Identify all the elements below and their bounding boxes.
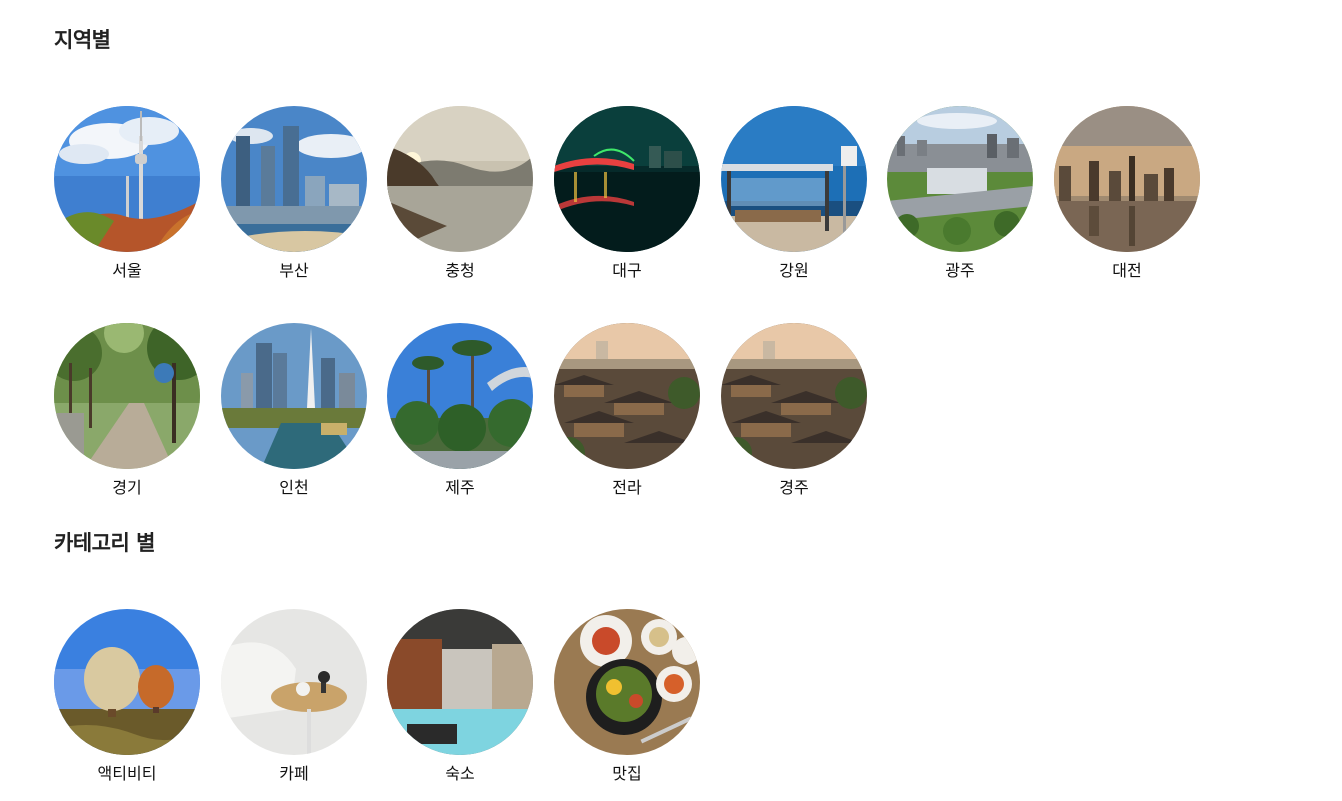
region-label: 광주 <box>945 261 975 280</box>
daegu-night-bridge-image <box>554 106 700 252</box>
region-label: 대구 <box>612 261 642 280</box>
region-tile-gwangju[interactable]: 광주 <box>887 106 1033 281</box>
region-tile-incheon[interactable]: 인천 <box>221 323 367 498</box>
region-label: 대전 <box>1112 261 1142 280</box>
jeolla-hanok-village-image <box>554 323 700 469</box>
hotel-pool-image <box>387 609 533 755</box>
region-label: 강원 <box>779 261 809 280</box>
region-label: 제주 <box>445 478 475 497</box>
region-label: 부산 <box>279 261 309 280</box>
region-tile-daejeon[interactable]: 대전 <box>1054 106 1200 281</box>
category-tile-stay[interactable]: 숙소 <box>387 609 533 784</box>
section-title-category: 카테고리 별 <box>54 531 155 555</box>
region-label: 경기 <box>112 478 142 497</box>
category-tile-activity[interactable]: 액티비티 <box>54 609 200 784</box>
section-title-region: 지역별 <box>54 28 111 52</box>
region-tile-jeolla[interactable]: 전라 <box>554 323 700 498</box>
busan-skyline-image <box>221 106 367 252</box>
region-tile-daegu[interactable]: 대구 <box>554 106 700 281</box>
bibimbap-table-image <box>554 609 700 755</box>
category-tile-food[interactable]: 맛집 <box>554 609 700 784</box>
region-label: 전라 <box>612 478 642 497</box>
category-label: 카페 <box>279 764 309 783</box>
cafe-table-image <box>221 609 367 755</box>
region-tile-gyeonggi[interactable]: 경기 <box>54 323 200 498</box>
gwangju-city-aerial-image <box>887 106 1033 252</box>
chungcheong-lake-image <box>387 106 533 252</box>
region-label: 충청 <box>445 261 475 280</box>
gyeonggi-tree-path-image <box>54 323 200 469</box>
hot-air-balloons-image <box>54 609 200 755</box>
region-tile-jeju[interactable]: 제주 <box>387 323 533 498</box>
region-label: 경주 <box>779 478 809 497</box>
incheon-canal-image <box>221 323 367 469</box>
gyeongju-hanok-village-image <box>721 323 867 469</box>
region-tile-gyeongju[interactable]: 경주 <box>721 323 867 498</box>
category-label: 맛집 <box>612 764 642 783</box>
region-tile-seoul[interactable]: 서울 <box>54 106 200 281</box>
region-tile-gangwon[interactable]: 강원 <box>721 106 867 281</box>
category-label: 액티비티 <box>97 764 157 783</box>
category-tile-cafe[interactable]: 카페 <box>221 609 367 784</box>
gangwon-bus-stop-sea-image <box>721 106 867 252</box>
region-tile-chungcheong[interactable]: 충청 <box>387 106 533 281</box>
region-label: 인천 <box>279 478 309 497</box>
jeju-palm-trees-image <box>387 323 533 469</box>
seoul-namsan-tower-image <box>54 106 200 252</box>
travel-browse-page: 지역별 서울 부산 충청 대구 강원 광주 대전 경기 인천 제주 전라 경주 … <box>0 0 1342 801</box>
category-label: 숙소 <box>445 764 475 783</box>
daejeon-sunset-skyline-image <box>1054 106 1200 252</box>
region-tile-busan[interactable]: 부산 <box>221 106 367 281</box>
region-label: 서울 <box>112 261 142 280</box>
